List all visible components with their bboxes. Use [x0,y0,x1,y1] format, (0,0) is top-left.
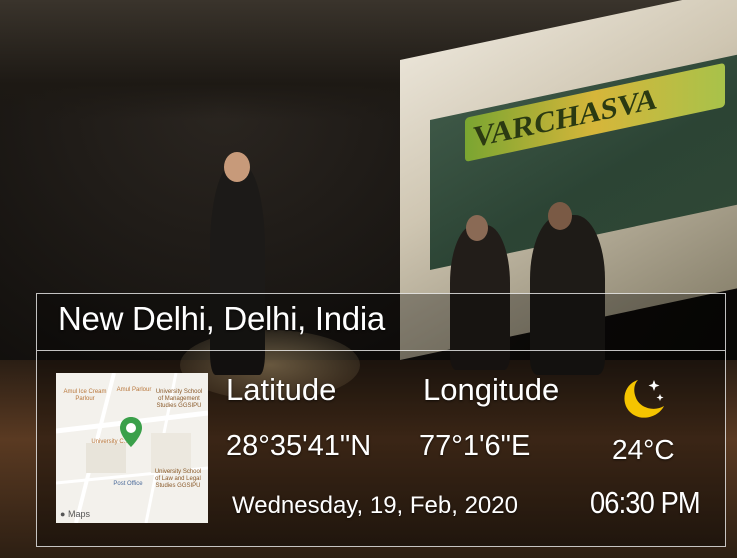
location-text: New Delhi, Delhi, India [58,300,385,337]
map-pin-icon [120,417,142,447]
map-label: University School of Law and Legal Studi… [154,469,202,489]
apple-logo-icon: ● [60,509,66,519]
performer-head [548,202,572,230]
performer-head [224,152,250,182]
date-text: Wednesday, 19, Feb, 2020 [232,492,518,519]
longitude-label: Longitude [423,372,560,407]
background-photo: VARCHASVA New Delhi, Delhi, India Amul I… [0,0,737,558]
crescent-moon-icon [624,380,664,418]
time-text: 06:30 PM [590,485,701,520]
map-attribution-text: Maps [67,509,90,519]
map-label: Post Office [113,481,143,487]
map-label: Amul Ice Cream Parlour [63,389,107,402]
map-label: University School of Management Studies … [155,389,203,409]
performer-head [466,215,488,241]
latitude-label: Latitude [226,372,337,407]
temperature-value: 24°C [612,434,675,465]
longitude-value: 77°1'6"E [419,430,531,462]
map-thumbnail[interactable]: Amul Ice Cream Parlour Amul Parlour Univ… [56,373,208,523]
map-label: Amul Parlour [116,387,152,393]
map-attribution: ● Maps [60,509,90,519]
latitude-value: 28°35'41"N [226,430,372,462]
